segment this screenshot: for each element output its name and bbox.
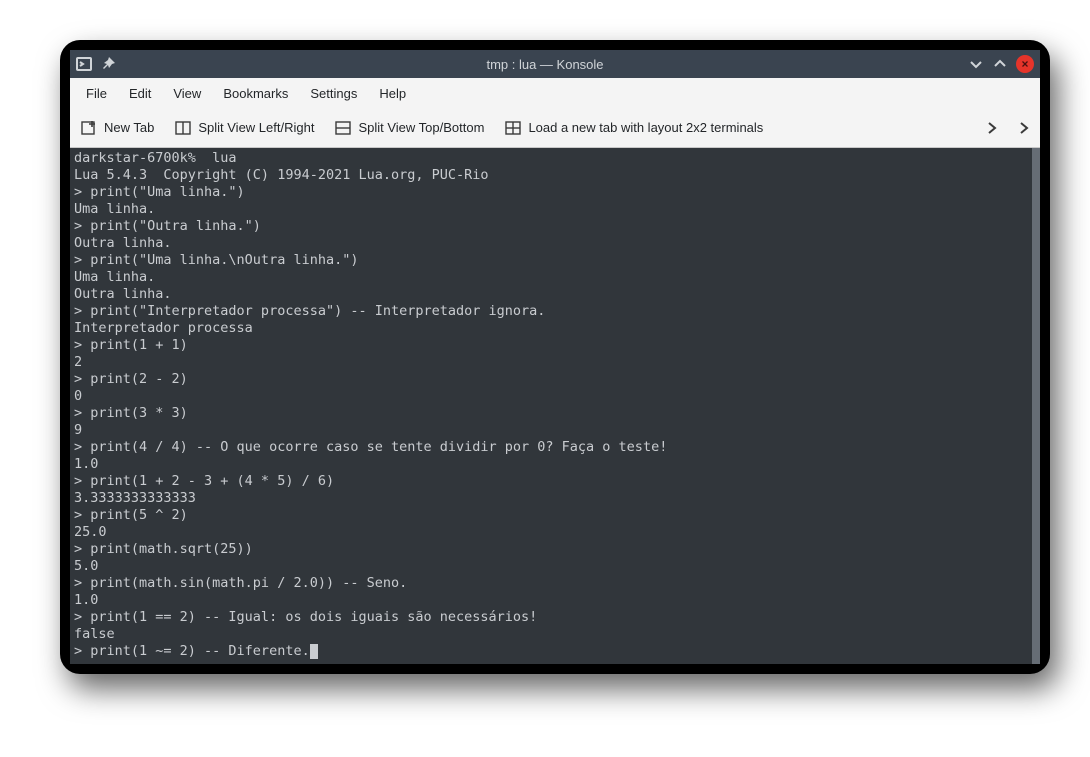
terminal-line: 1.0 [74,592,1034,609]
menu-file[interactable]: File [76,82,117,105]
terminal-line: > print("Uma linha.\nOutra linha.") [74,252,1034,269]
pin-icon[interactable] [100,56,116,72]
terminal-line: Interpretador processa [74,320,1034,337]
terminal-line: Outra linha. [74,286,1034,303]
terminal-line: > print(math.sqrt(25)) [74,541,1034,558]
menu-view[interactable]: View [163,82,211,105]
minimize-button[interactable] [968,56,984,72]
terminal-line: Lua 5.4.3 Copyright (C) 1994-2021 Lua.or… [74,167,1034,184]
terminal-line: Uma linha. [74,269,1034,286]
menu-help[interactable]: Help [369,82,416,105]
maximize-button[interactable] [992,56,1008,72]
scrollbar-thumb[interactable] [1032,148,1040,664]
window-frame: tmp : lua — Konsole File Edit View Bookm… [60,40,1050,674]
menu-settings[interactable]: Settings [300,82,367,105]
terminal-line: > print(1 == 2) -- Igual: os dois iguais… [74,609,1034,626]
menu-edit[interactable]: Edit [119,82,161,105]
cursor [310,644,318,659]
terminal-line: > print(1 ~= 2) -- Diferente. [74,643,1034,660]
split-tb-label: Split View Top/Bottom [358,120,484,135]
terminal-line: 5.0 [74,558,1034,575]
terminal-line: darkstar-6700k% lua [74,150,1034,167]
terminal-line: > print(3 * 3) [74,405,1034,422]
close-button[interactable] [1016,55,1034,73]
terminal-viewport[interactable]: darkstar-6700k% luaLua 5.4.3 Copyright (… [70,148,1040,664]
terminal-line: 9 [74,422,1034,439]
terminal-line: 0 [74,388,1034,405]
menubar: File Edit View Bookmarks Settings Help [70,78,1040,108]
menu-bookmarks[interactable]: Bookmarks [213,82,298,105]
terminal-line: > print("Interpretador processa") -- Int… [74,303,1034,320]
konsole-window: tmp : lua — Konsole File Edit View Bookm… [70,50,1040,664]
terminal-line: > print(2 - 2) [74,371,1034,388]
layout-2x2-button[interactable]: Load a new tab with layout 2x2 terminals [502,115,765,141]
titlebar[interactable]: tmp : lua — Konsole [70,50,1040,78]
toolbar-chevron-right-2[interactable] [1016,120,1032,136]
terminal-line: false [74,626,1034,643]
new-tab-button[interactable]: New Tab [78,115,156,141]
new-tab-label: New Tab [104,120,154,135]
terminal-line: > print(5 ^ 2) [74,507,1034,524]
grid-2x2-icon [504,119,522,137]
split-tb-icon [334,119,352,137]
terminal-line: Uma linha. [74,201,1034,218]
terminal-line: > print(math.sin(math.pi / 2.0)) -- Seno… [74,575,1034,592]
terminal-line: 25.0 [74,524,1034,541]
terminal-line: > print("Outra linha.") [74,218,1034,235]
terminal-prompt-icon [76,56,92,72]
split-lr-label: Split View Left/Right [198,120,314,135]
split-left-right-button[interactable]: Split View Left/Right [172,115,316,141]
split-top-bottom-button[interactable]: Split View Top/Bottom [332,115,486,141]
scrollbar[interactable] [1032,148,1040,664]
split-lr-icon [174,119,192,137]
terminal-line: > print(1 + 2 - 3 + (4 * 5) / 6) [74,473,1034,490]
terminal-line: 1.0 [74,456,1034,473]
layout-2x2-label: Load a new tab with layout 2x2 terminals [528,120,763,135]
terminal-line: > print("Uma linha.") [74,184,1034,201]
toolbar: New Tab Split View Left/Right Split View… [70,108,1040,148]
terminal-content: darkstar-6700k% luaLua 5.4.3 Copyright (… [74,150,1034,660]
terminal-line: Outra linha. [74,235,1034,252]
terminal-line: 2 [74,354,1034,371]
terminal-line: 3.3333333333333 [74,490,1034,507]
toolbar-chevron-right-1[interactable] [984,120,1000,136]
terminal-line: > print(4 / 4) -- O que ocorre caso se t… [74,439,1034,456]
terminal-line: > print(1 + 1) [74,337,1034,354]
window-title: tmp : lua — Konsole [136,57,954,72]
new-tab-icon [80,119,98,137]
